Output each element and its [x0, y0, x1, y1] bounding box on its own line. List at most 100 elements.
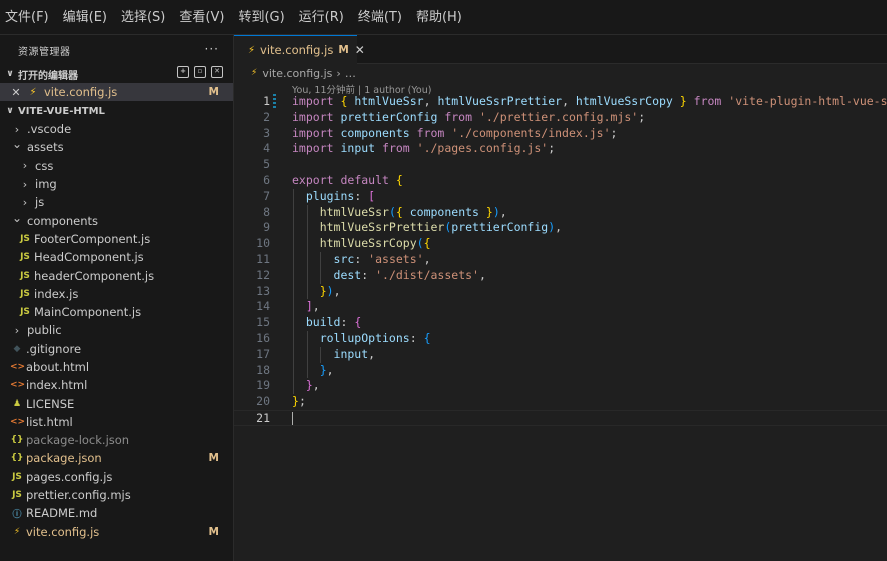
chevron-down-icon: ⌄ [11, 137, 23, 152]
open-editors-header[interactable]: ∨ 打开的编辑器 + ▫ ✕ [0, 65, 233, 83]
tree-item[interactable]: JS prettier.config.mjs [0, 486, 233, 504]
breadcrumb: ⚡ vite.config.js › … [234, 64, 887, 82]
tree-item[interactable]: JS pages.config.js [0, 468, 233, 486]
html-file-icon: <> [10, 380, 26, 391]
code-content: import components from './components/ind… [292, 126, 617, 142]
menu-item[interactable]: 终端(T) [356, 0, 410, 35]
code-token: , [368, 346, 376, 361]
tree-item[interactable]: ⚡ vite.config.js M [0, 523, 233, 541]
tree-item[interactable]: › public [0, 321, 233, 339]
tree-item[interactable]: JS FooterComponent.js [0, 230, 233, 248]
tree-item-label: pages.config.js [26, 469, 113, 484]
menu-item[interactable]: 运行(R) [297, 0, 352, 35]
breadcrumb-file[interactable]: vite.config.js [262, 67, 332, 80]
tree-item[interactable]: {} package-lock.json [0, 431, 233, 449]
menu-item[interactable]: 转到(G) [236, 0, 292, 35]
tree-item[interactable]: › img [0, 175, 233, 193]
code-token: ; [610, 125, 618, 140]
tree-item-label: index.html [26, 378, 88, 393]
tree-item-label: package-lock.json [26, 433, 130, 448]
more-actions-icon[interactable]: ··· [205, 42, 219, 56]
tree-item[interactable]: {} package.json M [0, 449, 233, 467]
code-content: src: 'assets', [292, 252, 431, 268]
code-content: }, [292, 363, 334, 379]
tree-item[interactable]: ⌄ assets [0, 137, 233, 156]
menu-item[interactable]: 选择(S) [119, 0, 173, 35]
code-token: : [361, 267, 376, 282]
line-number: 3 [263, 125, 270, 140]
code-token: { [340, 94, 355, 108]
code-content: htmlVueSsrPrettier(prettierConfig), [292, 220, 562, 236]
tab-modified-badge: M [338, 44, 349, 56]
project-header[interactable]: ∨ VITE-VUE-HTML [0, 102, 233, 120]
chevron-right-icon: › [14, 122, 20, 136]
tree-item[interactable]: › js [0, 193, 233, 211]
code-line: 11 src: 'assets', [234, 251, 887, 268]
menu-item[interactable]: 编辑(E) [61, 0, 115, 35]
code-token: htmlVueSsrCopy [292, 236, 417, 251]
code-token: default [340, 172, 396, 187]
tree-item[interactable]: JS index.js [0, 285, 233, 303]
new-untitled-file-icon[interactable]: + [177, 66, 189, 78]
open-editor-item[interactable]: ✕ ⚡ vite.config.js M [0, 83, 233, 101]
code-line: 5 [234, 157, 887, 173]
js-file-icon: JS [20, 233, 30, 244]
code-content: input, [292, 346, 376, 363]
code-token: './prettier.config.mjs' [478, 109, 639, 124]
line-number: 17 [256, 346, 270, 361]
tree-item[interactable]: JS MainComponent.js [0, 303, 233, 321]
tree-item[interactable]: ◆ .gitignore [0, 340, 233, 358]
code-token: : [354, 188, 369, 203]
code-token: , [312, 378, 320, 393]
tab-vite-config[interactable]: ⚡ vite.config.js M ✕ [234, 35, 365, 64]
tab-label: vite.config.js [260, 43, 334, 57]
modified-badge: M [208, 452, 219, 465]
close-icon[interactable]: ✕ [355, 43, 365, 57]
tree-item[interactable]: <> about.html [0, 358, 233, 376]
breadcrumb-rest[interactable]: … [345, 67, 356, 80]
tree-item[interactable]: <> list.html [0, 413, 233, 431]
line-number: 12 [256, 267, 270, 282]
code-token: prettierConfig [340, 109, 438, 124]
tree-item[interactable]: › .vscode [0, 120, 233, 138]
tree-item[interactable]: ⌄ components [0, 211, 233, 229]
code-content: }), [292, 284, 341, 300]
code-token: { [423, 236, 431, 251]
menu-item[interactable]: 帮助(H) [414, 0, 470, 35]
tree-item[interactable]: ⓘ README.md [0, 504, 233, 522]
code-content: build: { [292, 315, 361, 331]
chevron-down-icon: ⌄ [11, 210, 23, 225]
git-change-marker[interactable] [273, 94, 276, 109]
code-content: }, [292, 378, 320, 394]
line-number: 14 [256, 299, 270, 314]
code-token: , [312, 299, 320, 314]
tree-item[interactable]: ♟ LICENSE [0, 394, 233, 412]
close-icon[interactable]: ✕ [8, 86, 24, 99]
code-line: 17 input, [234, 346, 887, 363]
code-token: './dist/assets' [375, 267, 479, 282]
menu-item[interactable]: 查看(V) [177, 0, 232, 35]
code-token: { [395, 204, 410, 219]
html-file-icon: <> [10, 416, 26, 427]
text-cursor [292, 411, 293, 425]
menu-item[interactable]: 文件(F) [3, 0, 57, 35]
tree-item[interactable]: › css [0, 157, 233, 175]
code-content: plugins: [ [292, 189, 375, 205]
chevron-right-icon: › [14, 323, 20, 337]
js-file-icon: JS [12, 471, 22, 482]
tree-item[interactable]: JS headerComponent.js [0, 266, 233, 284]
license-file-icon: ♟ [12, 398, 22, 409]
code-editor[interactable]: 1 import { htmlVueSsr, htmlVueSsrPrettier… [234, 94, 887, 426]
code-token: , [478, 267, 486, 282]
code-line: 14 ], [234, 299, 887, 316]
save-all-icon[interactable]: ▫ [194, 66, 206, 78]
code-token: build [292, 315, 341, 330]
html-file-icon: <> [10, 362, 26, 372]
close-all-icon[interactable]: ✕ [211, 66, 223, 78]
tree-item[interactable]: <> index.html [0, 376, 233, 394]
code-line: 13 }), [234, 283, 887, 300]
code-token: { [395, 172, 403, 187]
code-token: prettierConfig [451, 220, 549, 235]
code-token: [ [368, 188, 376, 203]
tree-item[interactable]: JS HeadComponent.js [0, 248, 233, 266]
